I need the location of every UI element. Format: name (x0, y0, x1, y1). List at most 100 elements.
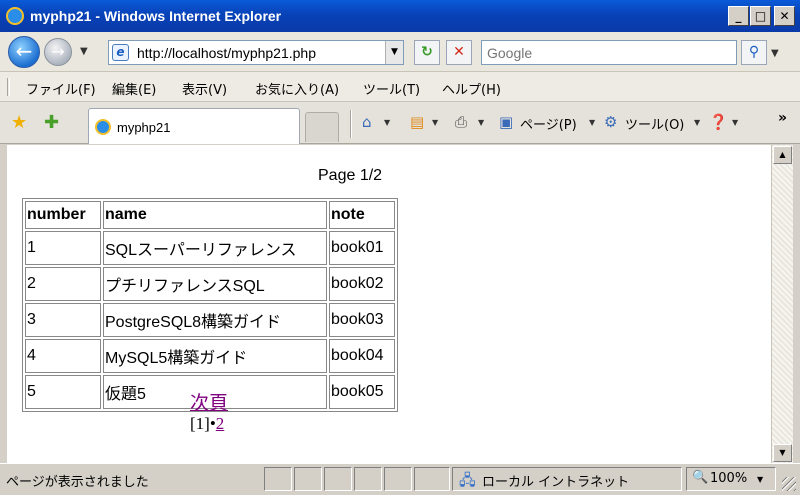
table-cell: 3 (25, 303, 101, 337)
table-cell: 2 (25, 267, 101, 301)
home-dropdown[interactable]: ▼ (384, 118, 390, 127)
table-cell: book03 (329, 303, 395, 337)
pager-current: [1] (190, 414, 210, 433)
print-icon[interactable]: ⎙ (455, 113, 467, 131)
table-row: 1 SQLスーパーリファレンス book01 (25, 231, 395, 265)
table-cell: book04 (329, 339, 395, 373)
address-url[interactable]: http://localhost/myphp21.php (137, 45, 316, 61)
scroll-down-button[interactable]: ▼ (773, 444, 792, 462)
refresh-button[interactable]: ↻ (414, 40, 440, 65)
menu-help[interactable]: ヘルプ(H) (442, 79, 501, 98)
search-box[interactable] (481, 40, 737, 65)
menu-bar: ファイル(F) 編集(E) 表示(V) お気に入り(A) ツール(T) ヘルプ(… (0, 72, 800, 102)
toolbar-grip[interactable] (7, 78, 10, 96)
more-chevron-icon[interactable]: » (778, 110, 787, 126)
next-page-link[interactable]: 次頁 (190, 388, 228, 415)
refresh-icon: ↻ (421, 44, 433, 60)
add-favorites-icon[interactable]: ✚ (44, 112, 59, 133)
frame-left (0, 145, 7, 463)
table-cell: PostgreSQL8構築ガイド (103, 303, 327, 337)
home-icon[interactable]: ⌂ (362, 113, 372, 131)
search-options-dropdown[interactable]: ▼ (771, 48, 779, 59)
table-cell: SQLスーパーリファレンス (103, 231, 327, 265)
column-header: number (25, 201, 101, 229)
intranet-zone-icon: 🖧 (459, 471, 476, 489)
page-menu-dropdown[interactable]: ▼ (589, 118, 595, 127)
table-cell: 1 (25, 231, 101, 265)
favorites-star-icon[interactable]: ★ (11, 112, 27, 133)
tools-menu-button[interactable]: ツール(O) (625, 114, 684, 133)
menu-tools[interactable]: ツール(T) (363, 79, 420, 98)
help-dropdown[interactable]: ▼ (732, 118, 738, 127)
page-content: Page 1/2 number name note 1 SQLスーパーリファレン… (7, 145, 771, 463)
status-panel (384, 467, 412, 491)
address-dropdown[interactable]: ▼ (385, 41, 403, 64)
back-arrow-icon: ← (15, 39, 33, 63)
tab-ie-icon (95, 119, 111, 135)
menu-file[interactable]: ファイル(F) (26, 79, 96, 98)
ie-logo-icon (6, 7, 24, 25)
zoom-icon: 🔍 (692, 470, 709, 485)
minimize-button[interactable]: _ (728, 6, 749, 26)
books-table: number name note 1 SQLスーパーリファレンス book01 … (22, 198, 398, 412)
security-zone: ローカル イントラネット (482, 475, 630, 490)
search-icon: ⚲ (748, 44, 760, 60)
table-cell: book02 (329, 267, 395, 301)
table-cell: book05 (329, 375, 395, 409)
status-panel (294, 467, 322, 491)
status-panel (324, 467, 352, 491)
back-button[interactable]: ← (8, 36, 40, 68)
address-bar[interactable]: e http://localhost/myphp21.php ▼ (108, 40, 404, 65)
page-menu-button[interactable]: ページ(P) (520, 114, 577, 133)
column-header: note (329, 201, 395, 229)
tools-gear-icon: ⚙ (604, 113, 618, 131)
feeds-icon[interactable]: ▤ (410, 113, 424, 131)
stop-icon: ✕ (453, 44, 465, 60)
vertical-scrollbar[interactable]: ▲ ▼ (771, 145, 793, 463)
table-row: 2 プチリファレンスSQL book02 (25, 267, 395, 301)
forward-button[interactable]: → (44, 38, 72, 66)
zoom-dropdown[interactable]: ▼ (757, 475, 763, 484)
tab-toolbar: ★ ✚ myphp21 ⌂ ▼ ▤ ▼ ⎙ ▼ ▣ ページ(P) ▼ ⚙ ツール… (0, 102, 800, 144)
menu-edit[interactable]: 編集(E) (112, 79, 156, 98)
table-cell: プチリファレンスSQL (103, 267, 327, 301)
resize-grip[interactable] (782, 477, 796, 491)
tab-myphp21[interactable]: myphp21 (88, 108, 300, 144)
stop-button[interactable]: ✕ (446, 40, 472, 65)
close-button[interactable]: ✕ (774, 6, 795, 26)
table-cell: MySQL5構築ガイド (103, 339, 327, 373)
page-indicator: Page 1/2 (318, 167, 383, 184)
zoom-level[interactable]: 100% (710, 471, 747, 486)
table-header-row: number name note (25, 201, 395, 229)
table-row: 3 PostgreSQL8構築ガイド book03 (25, 303, 395, 337)
maximize-button[interactable]: □ (750, 6, 771, 26)
search-input[interactable] (482, 41, 736, 64)
status-panel (354, 467, 382, 491)
menu-view[interactable]: 表示(V) (182, 79, 227, 98)
table-cell: 5 (25, 375, 101, 409)
window-title: myphp21 - Windows Internet Explorer (30, 8, 282, 24)
title-bar: myphp21 - Windows Internet Explorer _ □ … (0, 0, 800, 32)
pager-link-page-2[interactable]: 2 (216, 414, 225, 433)
new-tab-button[interactable] (305, 112, 339, 142)
toolbar-separator (350, 110, 352, 138)
feeds-dropdown[interactable]: ▼ (432, 118, 438, 127)
help-icon[interactable]: ❓ (709, 113, 728, 131)
table-cell: 4 (25, 339, 101, 373)
tools-menu-dropdown[interactable]: ▼ (694, 118, 700, 127)
search-button[interactable]: ⚲ (741, 40, 767, 65)
menu-favorites[interactable]: お気に入り(A) (255, 79, 339, 98)
address-toolbar: ← → ▼ e http://localhost/myphp21.php ▼ ↻… (0, 32, 800, 72)
recent-pages-dropdown[interactable]: ▼ (80, 46, 88, 57)
table-cell: book01 (329, 231, 395, 265)
status-panel (264, 467, 292, 491)
print-dropdown[interactable]: ▼ (478, 118, 484, 127)
status-bar: ページが表示されました 🖧 ローカル イントラネット 🔍 100% ▼ (0, 463, 800, 495)
status-panel (414, 467, 450, 491)
frame-right (793, 145, 800, 463)
table-row: 4 MySQL5構築ガイド book04 (25, 339, 395, 373)
scroll-up-button[interactable]: ▲ (773, 146, 792, 164)
column-header: name (103, 201, 327, 229)
tab-label: myphp21 (117, 120, 171, 135)
pagination: [1]•2 (190, 414, 224, 434)
